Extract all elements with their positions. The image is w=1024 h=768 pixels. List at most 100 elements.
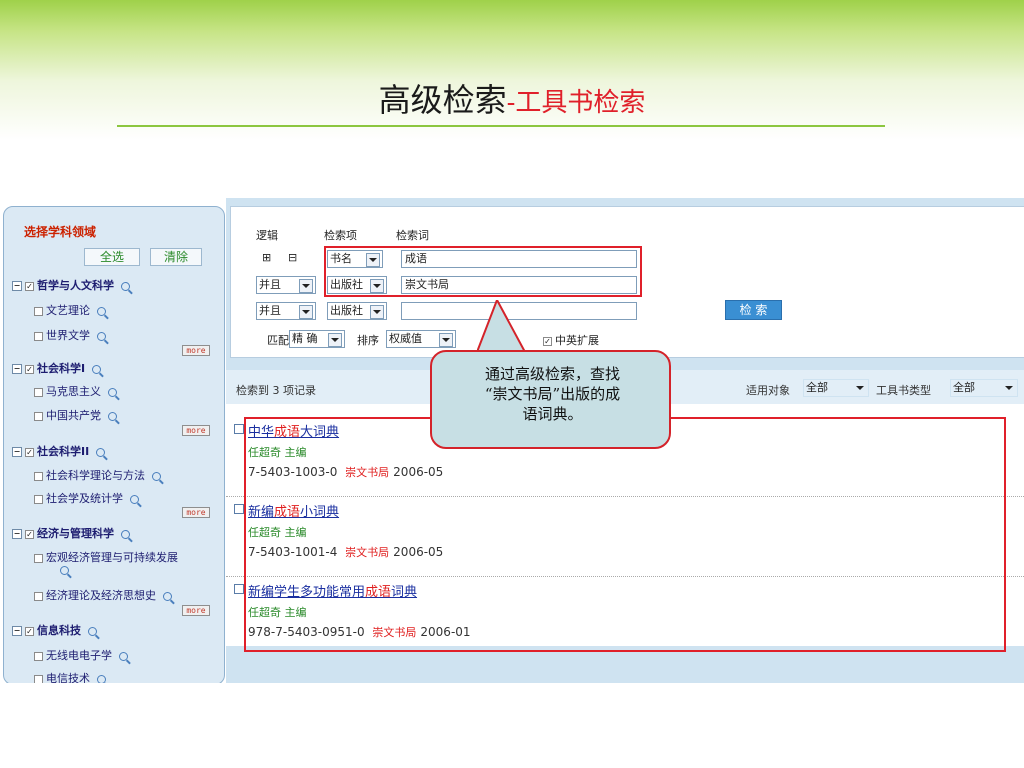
category-label: 经济与管理科学 [37,527,114,540]
highlight-box-results [244,417,1006,652]
subcategory-row[interactable]: 社会学及统计学 [34,490,139,506]
field-select-3[interactable]: 出版社 [327,302,387,320]
magnifier-icon[interactable] [97,331,106,341]
more-button[interactable]: more [182,605,210,616]
magnifier-icon[interactable] [163,591,172,601]
subcategory-row[interactable]: 社会科学理论与方法 [34,467,161,483]
subject-sidebar: 选择学科领域 全选 清除 − ✓ 哲学与人文科学 文艺理论 世界文学 more − ✓… [3,206,225,683]
logic-select-3[interactable]: 并且 [256,302,316,320]
slide-title-main: 高级检索 [378,81,507,119]
result-checkbox[interactable] [234,504,244,514]
checkbox[interactable] [34,674,43,683]
collapse-icon[interactable]: − [12,281,22,291]
category-row[interactable]: − ✓ 哲学与人文科学 [12,277,130,293]
subcategory-row[interactable]: 无线电电子学 [34,647,128,663]
clear-button[interactable]: 清除 [150,248,202,266]
subcategory-row[interactable]: 马克思主义 [34,383,117,399]
collapse-icon[interactable]: − [12,364,22,374]
checkbox-checked[interactable]: ✓ [25,281,34,291]
category-row[interactable]: − ✓ 信息科技 [12,622,97,638]
sort-select[interactable]: 权威值 [386,330,456,348]
logic-select-value: 并且 [259,304,281,317]
magnifier-icon[interactable] [97,306,106,316]
category-row[interactable]: − ✓ 经济与管理科学 [12,525,130,541]
audience-select[interactable]: 全部 [803,379,869,397]
collapse-icon[interactable]: − [12,626,22,636]
logic-select-2[interactable]: 并且 [256,276,316,294]
type-select-value: 全部 [953,381,975,394]
slide-title: 高级检索-工具书检索 [0,78,1024,129]
result-checkbox[interactable] [234,424,244,434]
magnifier-icon[interactable] [97,674,106,683]
checkbox-checked[interactable]: ✓ [25,529,34,539]
chevron-down-icon[interactable] [854,382,866,394]
checkbox[interactable] [34,553,43,563]
magnifier-icon[interactable] [108,411,117,421]
annotation-callout: 通过高级检索，查找 “崇文书局”出版的成 语词典。 [430,350,671,449]
collapse-icon[interactable]: − [12,447,22,457]
subcategory-row[interactable]: 宏观经济管理与可持续发展 [34,549,178,565]
category-label: 社会科学I [37,362,86,375]
search-button[interactable]: 检 索 [725,300,782,320]
magnifier-icon[interactable] [121,281,130,291]
subcategory-row[interactable]: 世界文学 [34,327,106,343]
magnifier-icon[interactable] [152,471,161,481]
magnifier-icon[interactable] [121,529,130,539]
checkbox-checked[interactable]: ✓ [25,447,34,457]
match-select[interactable]: 精 确 [289,330,345,348]
checkbox-checked[interactable]: ✓ [25,626,34,636]
more-button[interactable]: more [182,507,210,518]
callout-line: 通过高级检索，查找 [484,365,620,383]
type-select[interactable]: 全部 [950,379,1018,397]
checkbox[interactable] [34,306,43,316]
audience-select-value: 全部 [806,381,828,394]
subcategory-label: 马克思主义 [46,385,101,398]
slide-title-sub: 工具书检索 [515,88,646,118]
magnifier-icon[interactable] [108,387,117,397]
magnifier-icon[interactable] [130,494,139,504]
callout-pointer [477,300,527,356]
magnifier-icon[interactable] [88,626,97,636]
select-all-button[interactable]: 全选 [84,248,140,266]
chevron-down-icon[interactable] [299,305,313,319]
result-checkbox[interactable] [234,584,244,594]
subcategory-row[interactable]: 中国共产党 [34,407,117,423]
chevron-down-icon[interactable] [1003,382,1015,394]
add-row-icon[interactable]: ⊞ [262,251,271,264]
subcategory-label: 中国共产党 [46,409,101,422]
checkbox[interactable] [34,387,43,397]
chevron-down-icon[interactable] [439,333,453,347]
subcategory-row[interactable]: 经济理论及经济思想史 [34,587,172,603]
magnifier-icon[interactable] [60,565,69,575]
callout-line: 语词典。 [522,405,583,423]
remove-row-icon[interactable]: ⊟ [288,251,297,264]
more-button[interactable]: more [182,345,210,356]
field-column-header: 检索项 [324,229,357,242]
audience-label: 适用对象 [746,384,790,397]
subcategory-label: 世界文学 [46,329,90,342]
magnifier-icon[interactable] [92,364,102,374]
collapse-icon[interactable]: − [12,529,22,539]
checkbox[interactable] [34,411,43,421]
category-row[interactable]: − ✓ 社会科学I [12,360,102,376]
category-row[interactable]: − ✓ 社会科学II [12,443,106,459]
magnifier-icon[interactable] [96,447,106,457]
checkbox[interactable] [34,471,43,481]
magnifier-icon[interactable] [119,651,128,661]
title-underline [117,125,885,127]
more-button[interactable]: more [182,425,210,436]
category-label: 信息科技 [37,624,81,637]
checkbox[interactable] [34,651,43,661]
chevron-down-icon[interactable] [328,333,342,347]
chevron-down-icon[interactable] [299,279,313,293]
checkbox[interactable] [34,494,43,504]
subcategory-label: 社会科学理论与方法 [46,469,145,482]
checkbox[interactable] [34,331,43,341]
logic-column-header: 逻辑 [256,229,278,242]
checkbox-checked[interactable]: ✓ [25,364,34,374]
subcategory-row[interactable]: 文艺理论 [34,302,106,318]
chevron-down-icon[interactable] [370,305,384,319]
subcategory-row[interactable]: 电信技术 [34,670,106,683]
subcategory-label: 电信技术 [46,672,90,683]
checkbox[interactable] [34,591,43,601]
